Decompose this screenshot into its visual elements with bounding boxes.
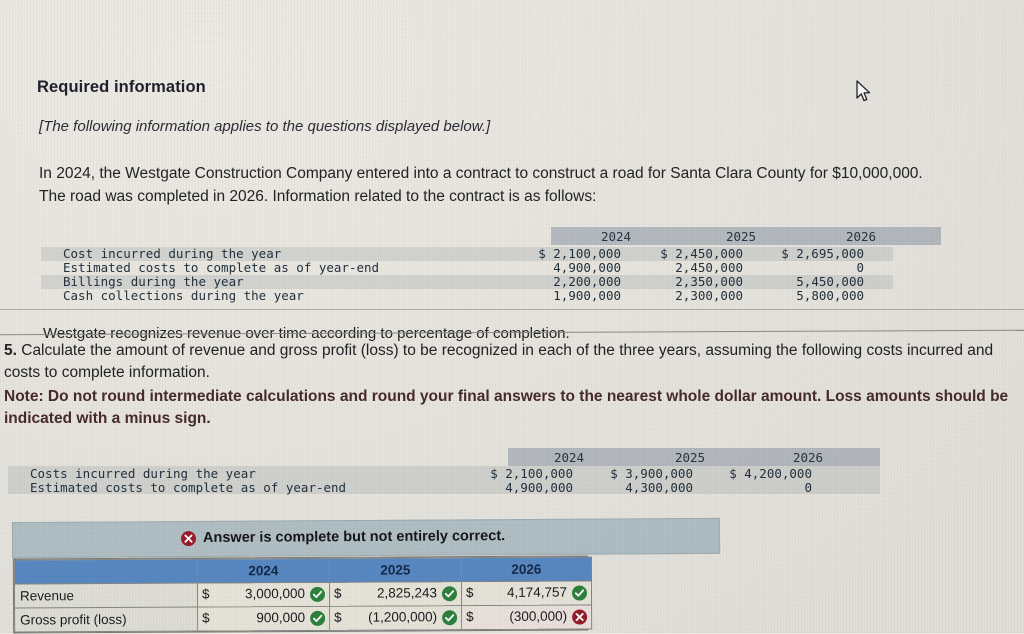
incorrect-x-icon: [572, 609, 588, 625]
answer-status-banner: Answer is complete but not entirely corr…: [11, 517, 721, 559]
cost-year-header: 2025: [674, 450, 706, 465]
contract-cell-value: $ 2,695,000: [781, 246, 864, 261]
required-information-body: In 2024, the Westgate Construction Compa…: [39, 165, 923, 205]
answer-cell-revenue-2025[interactable]: $ 2,825,243: [329, 581, 462, 607]
contract-year-header: 2025: [725, 229, 757, 244]
contract-year-header: 2024: [600, 229, 632, 244]
answer-column-header-2024: 2024: [197, 558, 330, 584]
answer-row-label-revenue: Revenue: [14, 583, 198, 608]
contract-cell-value: 5,800,000: [796, 288, 864, 303]
correct-check-icon: [309, 586, 326, 602]
answer-row-label-gross-profit: Gross profit (loss): [14, 607, 198, 632]
contract-cell-value: 5,450,000: [796, 274, 864, 289]
contract-year-header: 2026: [845, 229, 877, 244]
answer-column-header-2025: 2025: [329, 557, 462, 583]
correct-check-icon: [441, 586, 458, 602]
answer-column-header-2026: 2026: [461, 556, 592, 582]
answer-cell-revenue-2026[interactable]: $ 4,174,757: [461, 580, 592, 606]
cost-year-header: 2024: [553, 450, 585, 465]
correct-check-icon: [442, 610, 458, 626]
question-number: 5.: [4, 342, 17, 359]
currency-symbol: $: [334, 609, 342, 625]
contract-row-label: Billings during the year: [63, 274, 244, 289]
cost-data-table: 2024 2025 2026 Costs incurred during the…: [8, 448, 880, 503]
contract-cell-value: 2,450,000: [675, 260, 743, 275]
currency-symbol: $: [333, 585, 342, 601]
answer-cell-gross-profit-2025[interactable]: $ (1,200,000): [329, 605, 462, 631]
contract-row-label: Cash collections during the year: [63, 288, 304, 303]
answer-table: 2024 2025 2026 Revenue $ 3,000,000 $ 2,8…: [12, 555, 592, 634]
contract-cell-value: 0: [856, 260, 864, 275]
contract-cell-value: 4,900,000: [553, 260, 621, 275]
question-note: Note: Do not round intermediate calculat…: [4, 388, 1009, 427]
answer-status-text: Answer is complete but not entirely corr…: [202, 528, 506, 546]
contract-cell-value: 2,350,000: [675, 274, 743, 289]
correct-check-icon: [310, 610, 326, 626]
currency-symbol: $: [466, 609, 474, 625]
currency-symbol: $: [465, 585, 474, 601]
answer-value: (1,200,000): [368, 609, 438, 625]
answer-value: 4,174,757: [506, 584, 568, 600]
cost-cell-value: $ 3,900,000: [610, 466, 693, 481]
contract-cell-value: 2,200,000: [553, 274, 621, 289]
table-row: Revenue $ 3,000,000 $ 2,825,243 $ 4,174,…: [14, 580, 592, 608]
answer-value: 3,000,000: [244, 585, 306, 602]
currency-symbol: $: [201, 586, 210, 602]
contract-data-table: 2024 2025 2026 Cost incurred during the …: [41, 227, 941, 317]
cost-cell-value: $ 4,200,000: [729, 466, 812, 481]
question-text: Calculate the amount of revenue and gros…: [4, 342, 994, 381]
contract-cell-value: $ 2,450,000: [660, 246, 743, 261]
cost-cell-value: 4,300,000: [625, 480, 693, 495]
required-information-title: Required information: [37, 78, 206, 96]
required-information-card: Required information [The following info…: [0, 72, 1024, 342]
contract-cell-value: 2,300,000: [675, 288, 743, 303]
answer-cell-gross-profit-2026[interactable]: $ (300,000): [461, 604, 592, 630]
contract-row-label: Estimated costs to complete as of year-e…: [63, 260, 380, 275]
answer-value: (300,000): [509, 608, 568, 624]
answer-value: 900,000: [256, 609, 306, 626]
table-row: Gross profit (loss) $ 900,000 $ (1,200,0…: [14, 604, 592, 632]
contract-row-label: Cost incurred during the year: [63, 246, 282, 261]
cost-cell-value: $ 2,100,000: [490, 466, 573, 481]
answer-table-corner: [14, 559, 198, 584]
currency-symbol: $: [202, 610, 210, 626]
cost-cell-value: 0: [804, 480, 812, 495]
answer-cell-gross-profit-2024[interactable]: $ 900,000: [197, 606, 330, 632]
required-information-subtitle: [The following information applies to th…: [39, 118, 491, 135]
answer-value: 2,825,243: [376, 585, 438, 601]
contract-cell-value: $ 2,100,000: [538, 246, 621, 261]
contract-cell-value: 1,900,000: [553, 288, 621, 303]
cost-year-header: 2026: [792, 450, 824, 465]
cost-cell-value: 4,900,000: [505, 480, 573, 495]
cost-row-label: Costs incurred during the year: [30, 466, 256, 481]
correct-check-icon: [571, 585, 588, 601]
cost-row-label: Estimated costs to complete as of year-e…: [30, 480, 347, 495]
answer-cell-revenue-2024[interactable]: $ 3,000,000: [197, 582, 330, 608]
answer-table-header-row: 2024 2025 2026: [14, 556, 592, 584]
error-x-icon: [180, 530, 197, 546]
question-5: 5. Calculate the amount of revenue and g…: [4, 340, 1018, 430]
